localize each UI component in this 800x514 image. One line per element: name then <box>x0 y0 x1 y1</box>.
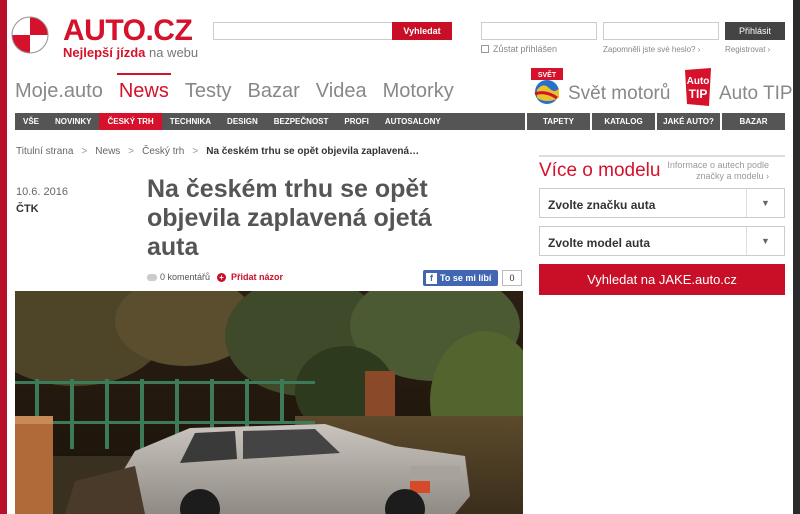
like-label: To se mi líbí <box>440 273 492 283</box>
subnav-vse[interactable]: VŠE <box>15 113 47 130</box>
breadcrumb-current: Na českém trhu se opět objevila zaplaven… <box>206 146 420 157</box>
breadcrumb-separator: > <box>192 146 199 157</box>
svg-text:Auto: Auto <box>687 76 710 87</box>
register-link[interactable]: Registrovat › <box>725 45 770 54</box>
svet-motoru-logo-icon[interactable]: SVĚT <box>531 68 563 106</box>
nav-moje-auto[interactable]: Moje.auto <box>15 80 103 103</box>
breadcrumb: Titulní strana > News > Český trh > Na českém … <box>16 146 419 157</box>
comments-link[interactable]: 0 komentářů <box>147 272 210 282</box>
search-jake-auto-button[interactable]: Vyhledat na JAKE.auto.cz <box>539 264 785 295</box>
plus-icon: + <box>217 272 226 282</box>
model-select[interactable]: Zvolte model auta ▼ <box>539 226 785 256</box>
breadcrumb-home[interactable]: Titulní strana <box>16 146 73 157</box>
subnav-profi[interactable]: PROFI <box>336 113 376 130</box>
subnav-design[interactable]: DESIGN <box>219 113 266 130</box>
autotip-logo-icon[interactable]: Auto TIP <box>683 68 713 106</box>
breadcrumb-cesky-trh[interactable]: Český trh <box>142 146 184 157</box>
browser-edge <box>793 0 800 514</box>
add-opinion-link[interactable]: + Přidat názor <box>217 272 283 282</box>
like-count: 0 <box>502 270 522 286</box>
forgot-password-link[interactable]: Zapomněli jste své heslo? › <box>603 45 700 54</box>
facebook-icon: f <box>426 272 437 284</box>
logo-circle-icon <box>11 16 49 54</box>
article-author: ČTK <box>16 203 39 215</box>
remember-checkbox[interactable] <box>481 45 489 53</box>
subnav-bezpecnost[interactable]: BEZPEČNOST <box>266 113 337 130</box>
article-title: Na českém trhu se opět objevila zaplaven… <box>147 175 432 261</box>
subnav-katalog[interactable]: KATALOG <box>592 113 655 130</box>
logo-text: AUTO.CZ <box>63 14 193 47</box>
nav-videa[interactable]: Videa <box>316 80 367 103</box>
comments-count: 0 komentářů <box>160 272 211 282</box>
autotip-link[interactable]: Auto TIP <box>719 83 793 105</box>
logo-tagline: Nejlepší jízda na webu <box>63 45 199 60</box>
svet-motoru-link[interactable]: Svět motorů <box>568 83 670 105</box>
comment-bubble-icon <box>147 273 157 281</box>
subnav-tapety[interactable]: TAPETY <box>527 113 590 130</box>
subnav-cesky-trh[interactable]: ČESKÝ TRH <box>99 113 162 130</box>
main-nav: Moje.auto News Testy Bazar Videa Motorky <box>15 73 470 103</box>
sidebar-divider <box>539 155 785 157</box>
article-photo[interactable] <box>15 291 523 514</box>
brand-select[interactable]: Zvolte značku auta ▼ <box>539 188 785 218</box>
sidebar-info-link[interactable]: Informace o autech podle značky a modelu… <box>657 160 769 182</box>
subnav-autosalony[interactable]: AUTOSALONY <box>377 113 449 130</box>
remember-me[interactable]: Zůstat přihlášen <box>481 44 557 54</box>
nav-news[interactable]: News <box>116 73 171 103</box>
nav-bazar[interactable]: Bazar <box>248 80 300 103</box>
password-input[interactable] <box>603 22 719 40</box>
brand-select-label: Zvolte značku auta <box>548 198 656 212</box>
chevron-down-icon: ▼ <box>746 227 784 255</box>
subnav-technika[interactable]: TECHNIKA <box>162 113 219 130</box>
site-logo[interactable]: AUTO.CZ Nejlepší jízda na webu <box>11 14 198 64</box>
sub-nav-right: TAPETY KATALOG JAKÉ AUTO? BAZAR <box>527 113 785 130</box>
nav-testy[interactable]: Testy <box>185 80 232 103</box>
chevron-down-icon: ▼ <box>746 189 784 217</box>
page: AUTO.CZ Nejlepší jízda na webu Vyhledat … <box>7 0 793 514</box>
username-input[interactable] <box>481 22 597 40</box>
subnav-novinky[interactable]: NOVINKY <box>47 113 99 130</box>
subnav-jake-auto[interactable]: JAKÉ AUTO? <box>657 113 720 130</box>
search-button[interactable]: Vyhledat <box>392 22 452 40</box>
breadcrumb-separator: > <box>81 146 88 157</box>
breadcrumb-news[interactable]: News <box>95 146 120 157</box>
subnav-bazar[interactable]: BAZAR <box>722 113 785 130</box>
svg-text:TIP: TIP <box>689 87 708 101</box>
remember-label: Zůstat přihlášen <box>493 44 558 54</box>
facebook-like-button[interactable]: f To se mi líbí <box>423 270 498 286</box>
sub-nav: VŠE NOVINKY ČESKÝ TRH TECHNIKA DESIGN BE… <box>15 113 525 130</box>
login-button[interactable]: Přihlásit <box>725 22 785 40</box>
add-opinion-label: Přidat názor <box>231 272 284 282</box>
sidebar-title: Více o modelu <box>539 160 661 181</box>
model-select-label: Zvolte model auta <box>548 236 651 250</box>
search-input[interactable] <box>213 22 393 40</box>
nav-motorky[interactable]: Motorky <box>383 80 454 103</box>
breadcrumb-separator: > <box>128 146 135 157</box>
article-date: 10.6. 2016 <box>16 186 68 198</box>
svg-text:SVĚT: SVĚT <box>538 70 557 79</box>
